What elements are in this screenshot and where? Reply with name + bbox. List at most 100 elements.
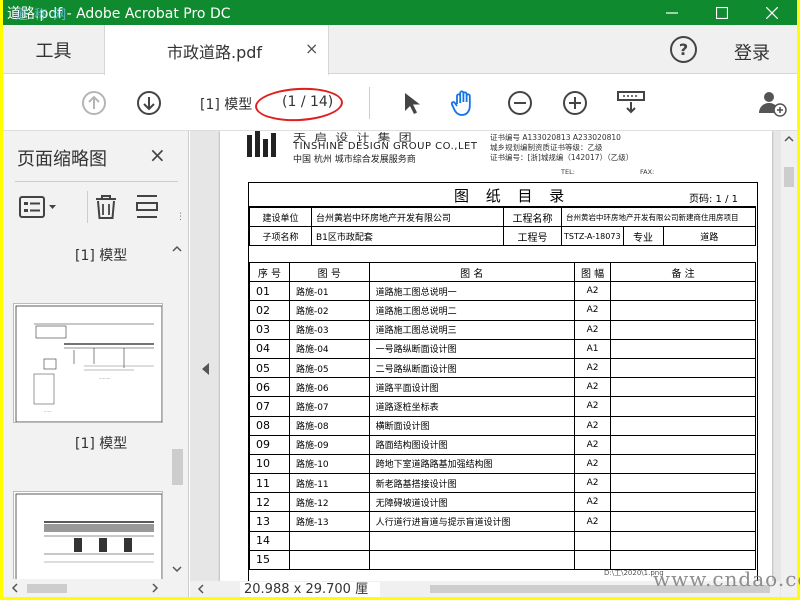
share-user-button[interactable]: [755, 88, 789, 118]
table-cell-no: 11: [249, 473, 290, 494]
column-header: 备 注: [610, 261, 756, 283]
document-vertical-scrollbar[interactable]: [781, 131, 797, 597]
table-cell-size: A2: [573, 453, 612, 475]
table-cell-remark: [610, 357, 756, 379]
minimize-button[interactable]: [647, 0, 697, 25]
panel-horizontal-scrollbar[interactable]: [3, 579, 186, 597]
table-cell-no: 14: [249, 530, 290, 551]
fit-page-button[interactable]: [614, 88, 648, 118]
zoom-in-button[interactable]: [560, 88, 590, 118]
info-value: 台州黄岩中环房地产开发有限公司新建商住用房项目: [561, 207, 756, 227]
tab-bar: 工具 市政道路.pdf × ? 登录: [3, 25, 797, 75]
cert-line: 城乡规划编制资质证书等级：乙级: [490, 143, 603, 152]
panel-divider: [15, 181, 178, 182]
table-cell-remark: [610, 434, 756, 455]
table-row: 10 路施-10 跨地下室道路路基加强结构图 A2: [249, 453, 756, 475]
table-cell-code: [288, 530, 370, 551]
table-cell-name: 横断面设计图: [368, 415, 575, 436]
table-cell-size: A2: [573, 300, 612, 321]
project-info-table: 建设单位 台州黄岩中环房地产开发有限公司 工程名称 台州黄岩中环房地产开发有限公…: [249, 207, 757, 246]
table-cell-code: 路施-01: [288, 281, 370, 302]
maximize-button[interactable]: [697, 0, 747, 25]
pdf-page: 天 启 设 计 集 团 TINSHINE DESIGN GROUP CO.,LE…: [220, 131, 772, 583]
more-tools-icon[interactable]: ⋮: [176, 203, 185, 231]
toolbar: [1] 模型 (1 / 14): [3, 75, 797, 131]
panel-close-icon[interactable]: ×: [149, 143, 166, 167]
table-cell-size: A2: [573, 511, 612, 532]
cursor-arrow-icon: [405, 93, 420, 114]
page-label-field[interactable]: [1] 模型: [200, 94, 252, 114]
scrollbar-graphic: [172, 245, 183, 573]
tab-tools[interactable]: 工具: [3, 25, 104, 74]
arrow-up-circle-icon: [82, 91, 106, 115]
close-window-button[interactable]: [747, 0, 797, 25]
table-cell-size: A2: [573, 396, 612, 417]
sheet-title-row: 图 纸 目 录 页码: 1 / 1: [249, 183, 756, 207]
table-cell-code: 路施-05: [288, 357, 370, 379]
table-row: 11 路施-11 新老路基搭接设计图 A2: [249, 473, 756, 494]
table-cell-no: 10: [249, 453, 290, 475]
panel-toolbar-divider: [87, 191, 88, 223]
insert-page-button[interactable]: [135, 193, 161, 221]
thumbnail-page-1[interactable]: ......... ......: [13, 303, 163, 423]
table-cell-code: 路施-02: [288, 300, 370, 321]
info-label: 工程名称: [503, 207, 562, 227]
table-cell-name: 无障碍坡道设计图: [368, 492, 575, 513]
table-cell-size: A2: [573, 319, 612, 340]
page-size-indicator: 20.988 x 29.700 厘米: [240, 582, 380, 597]
table-cell-no: 02: [249, 300, 290, 321]
insert-page-icon: [136, 195, 158, 218]
table-cell-code: 路施-04: [288, 338, 370, 359]
table-cell-remark: [610, 511, 756, 532]
minus-circle-icon: [508, 91, 532, 115]
thumbnail-drawing-image: [15, 493, 162, 581]
table-cell-name: 人行道行进盲道与提示盲道设计图: [368, 511, 575, 532]
previous-page-button[interactable]: [79, 88, 109, 118]
tab-close-icon[interactable]: ×: [305, 39, 318, 58]
sheet-page-code: 页码: 1 / 1: [689, 194, 738, 205]
sheet-title: 图 纸 目 录: [454, 187, 571, 205]
table-row: 09 路施-09 路面结构图设计图 A2: [249, 434, 756, 455]
next-page-button[interactable]: [134, 88, 164, 118]
tab-document[interactable]: 市政道路.pdf ×: [104, 25, 329, 75]
table-row: 05 路施-05 二号路纵断面设计图 A2: [249, 357, 756, 379]
thumbnail-list: [1] 模型 ......... ...... [1] 模型: [3, 241, 189, 581]
add-person-icon: [759, 92, 787, 117]
table-row: 03 路施-03 道路施工图总说明三 A2: [249, 319, 756, 340]
hand-tool-button[interactable]: [448, 88, 478, 118]
thumbnail-options-button[interactable]: [19, 193, 59, 221]
panel-vertical-scrollbar[interactable]: [168, 241, 186, 576]
table-row: 14: [249, 530, 756, 551]
table-cell-name: 跨地下室道路路基加强结构图: [368, 453, 575, 475]
table-cell-no: 12: [249, 492, 290, 513]
table-cell-name: [368, 530, 575, 551]
info-label: 建设单位: [249, 207, 312, 227]
table-cell-size: A2: [573, 415, 612, 436]
table-cell-name: [368, 549, 575, 571]
collapse-left-panel-icon[interactable]: [202, 360, 210, 379]
table-cell-size: A2: [573, 434, 612, 455]
table-cell-name: 道路施工图总说明三: [368, 319, 575, 340]
table-cell-size: A2: [573, 357, 612, 379]
table-cell-name: 新老路基搭接设计图: [368, 473, 575, 494]
zoom-out-button[interactable]: [505, 88, 535, 118]
title-bar: 道路.pdf - Adobe Acrobat Pro DC 道 称 网: [3, 0, 797, 25]
drawing-list-table: 序 号 图 号 图 名 图 幅 备 注 01 路施-01 道路施工图总说明一 A2 02…: [249, 261, 756, 571]
delete-page-button[interactable]: [93, 193, 119, 221]
table-cell-code: 路施-13: [288, 511, 370, 532]
login-button[interactable]: 登录: [734, 39, 770, 65]
select-tool-button[interactable]: [396, 88, 426, 118]
table-cell-size: [573, 549, 612, 571]
cert-line: 证书编号 A133020813 A233020810: [490, 133, 621, 142]
table-row: 04 路施-04 一号路纵断面设计图 A1: [249, 338, 756, 359]
thumbnail-page-2[interactable]: [13, 491, 163, 581]
company-logo-icon: [247, 131, 276, 157]
table-cell-no: 05: [249, 357, 290, 379]
arrow-down-circle-icon: [137, 91, 161, 115]
certificate-info: 证书编号 A133020813 A233020810 城乡规划编制资质证书等级：…: [490, 133, 633, 163]
table-cell-size: [573, 530, 612, 551]
fit-page-icon: [617, 91, 645, 114]
site-watermark-top: 道 称 网: [15, 8, 68, 23]
thumbnails-panel: 页面缩略图 × ⋮ [1] 模型 ......... ...... [1] 模型: [3, 131, 189, 597]
help-button[interactable]: ?: [670, 36, 697, 63]
